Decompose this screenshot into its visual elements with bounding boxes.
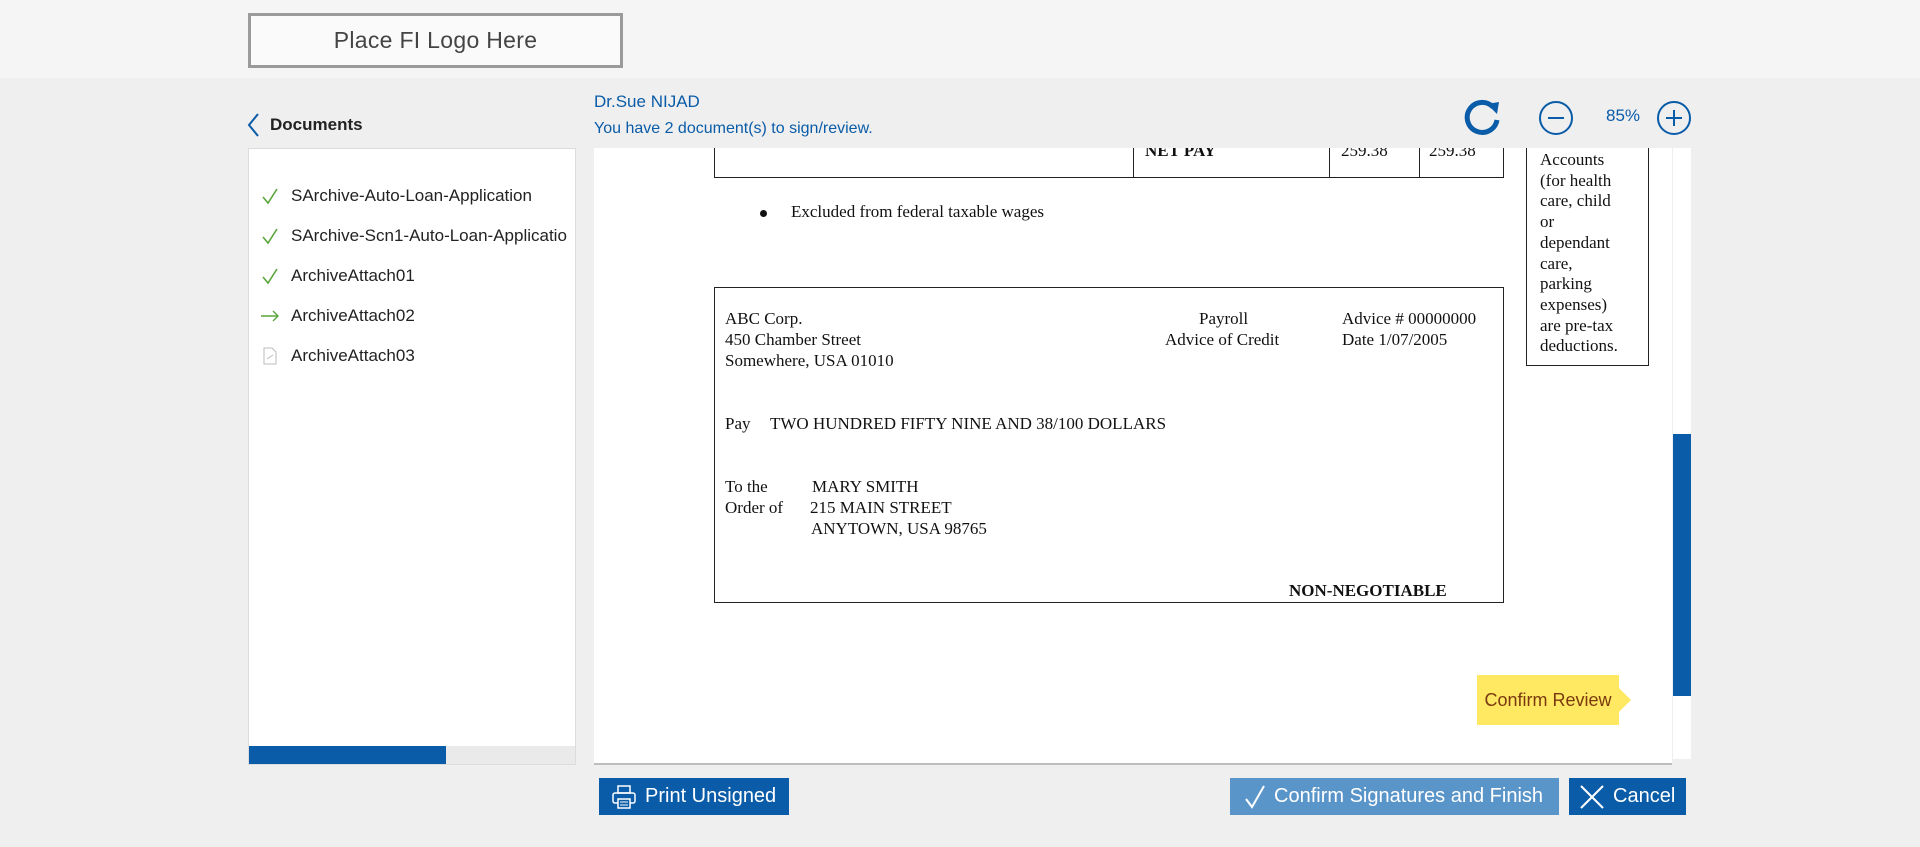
- payroll-label: Payroll: [1199, 309, 1249, 328]
- confirm-review-label: Confirm Review: [1477, 675, 1619, 725]
- viewer-scrollbar[interactable]: [1673, 148, 1691, 759]
- signing-progress-fill: [249, 746, 446, 764]
- printer-icon: [611, 784, 637, 810]
- document-item-label: ArchiveAttach03: [291, 346, 415, 365]
- side-note-line: expenses): [1540, 294, 1608, 314]
- checkmark-icon: [1244, 784, 1266, 810]
- pay-advice-check: ABC Corp. 450 Chamber Street Somewhere, …: [714, 287, 1504, 603]
- document-item[interactable]: ArchiveAttach01: [249, 261, 575, 291]
- order-of-label: Order of: [725, 498, 784, 517]
- company-city: Somewhere, USA 01010: [725, 351, 894, 370]
- zoom-out-icon[interactable]: [1538, 100, 1574, 136]
- net-pay-current: 259.38: [1341, 148, 1388, 160]
- confirm-review-tag[interactable]: Confirm Review: [1477, 675, 1631, 725]
- refresh-icon[interactable]: [1460, 96, 1504, 140]
- user-name: Dr.Sue NIJAD: [594, 92, 700, 111]
- checkmark-icon: [249, 227, 291, 245]
- advice-date: Date 1/07/2005: [1342, 330, 1448, 349]
- confirm-review-arrow: [1619, 688, 1631, 712]
- pay-amount-words: TWO HUNDRED FIFTY NINE AND 38/100 DOLLAR…: [770, 414, 1167, 433]
- viewer-scroll-thumb[interactable]: [1673, 434, 1691, 696]
- print-unsigned-label: Print Unsigned: [645, 785, 777, 807]
- side-note-box: Accounts (for health care, child or depe…: [1526, 148, 1649, 366]
- pay-label: Pay: [725, 414, 751, 433]
- signing-progress-bar: [249, 746, 575, 764]
- side-note-line: care,: [1540, 253, 1573, 273]
- checkmark-icon: [249, 267, 291, 285]
- side-note-line: parking: [1540, 274, 1592, 294]
- advice-number: Advice # 00000000: [1342, 309, 1477, 328]
- company-street: 450 Chamber Street: [725, 330, 861, 349]
- document-item-label: ArchiveAttach01: [291, 266, 415, 285]
- side-note-line: dependant: [1540, 232, 1610, 252]
- document-item-label: SArchive-Scn1-Auto-Loan-Applicatio: [291, 226, 567, 245]
- document-count-message: You have 2 document(s) to sign/review.: [594, 120, 873, 137]
- arrow-right-icon: [249, 310, 291, 322]
- document-item[interactable]: SArchive-Scn1-Auto-Loan-Applicatio: [249, 221, 575, 251]
- side-note-line: deductions.: [1540, 336, 1618, 356]
- to-the-label: To the: [725, 477, 768, 496]
- advice-of-credit-label: Advice of Credit: [1165, 330, 1280, 349]
- non-negotiable-label: NON-NEGOTIABLE: [1289, 581, 1447, 600]
- zoom-in-icon[interactable]: [1656, 100, 1692, 136]
- side-note-line: care, child: [1540, 191, 1611, 211]
- cancel-button[interactable]: Cancel: [1569, 778, 1686, 815]
- print-unsigned-button[interactable]: Print Unsigned: [599, 778, 789, 815]
- earnings-table: NET PAY 259.38 259.38: [714, 148, 1504, 178]
- zoom-level: 85%: [1605, 106, 1641, 125]
- documents-back-link[interactable]: Documents: [244, 112, 363, 138]
- net-pay-ytd: 259.38: [1429, 148, 1476, 160]
- payee-city: ANYTOWN, USA 98765: [811, 519, 987, 538]
- side-note-line: or: [1540, 212, 1555, 232]
- bullet-icon: [760, 209, 767, 217]
- side-note-line: Accounts: [1540, 150, 1605, 169]
- document-item-label: SArchive-Auto-Loan-Application: [291, 186, 532, 205]
- document-item-current[interactable]: ArchiveAttach02: [249, 301, 575, 331]
- document-item-label: ArchiveAttach02: [291, 306, 415, 325]
- side-note-line: (for health: [1540, 170, 1612, 190]
- documents-label: Documents: [270, 115, 363, 134]
- close-icon: [1579, 784, 1605, 810]
- confirm-signatures-label: Confirm Signatures and Finish: [1274, 785, 1544, 807]
- top-header: Place FI Logo Here: [0, 0, 1920, 78]
- document-item[interactable]: ArchiveAttach03: [249, 341, 575, 371]
- fi-logo-placeholder: Place FI Logo Here: [248, 13, 623, 68]
- document-viewer[interactable]: NET PAY 259.38 259.38 Excluded from fede…: [594, 148, 1672, 765]
- bullet-text: Excluded from federal taxable wages: [791, 202, 1044, 221]
- document-page-icon: [249, 347, 291, 365]
- confirm-signatures-finish-button[interactable]: Confirm Signatures and Finish: [1230, 778, 1559, 815]
- payee-street: 215 MAIN STREET: [810, 498, 952, 517]
- checkmark-icon: [249, 187, 291, 205]
- bullet-note: Excluded from federal taxable wages: [760, 202, 1044, 222]
- side-note-line: are pre-tax: [1540, 315, 1614, 335]
- document-item[interactable]: SArchive-Auto-Loan-Application: [249, 181, 575, 211]
- document-list-sidebar: SArchive-Auto-Loan-Application SArchive-…: [248, 148, 576, 765]
- cancel-label: Cancel: [1613, 785, 1676, 807]
- chevron-left-icon: [247, 113, 259, 137]
- logo-text: Place FI Logo Here: [333, 27, 538, 53]
- net-pay-label: NET PAY: [1145, 148, 1217, 160]
- payee-name: MARY SMITH: [812, 477, 919, 496]
- company-name: ABC Corp.: [725, 309, 803, 328]
